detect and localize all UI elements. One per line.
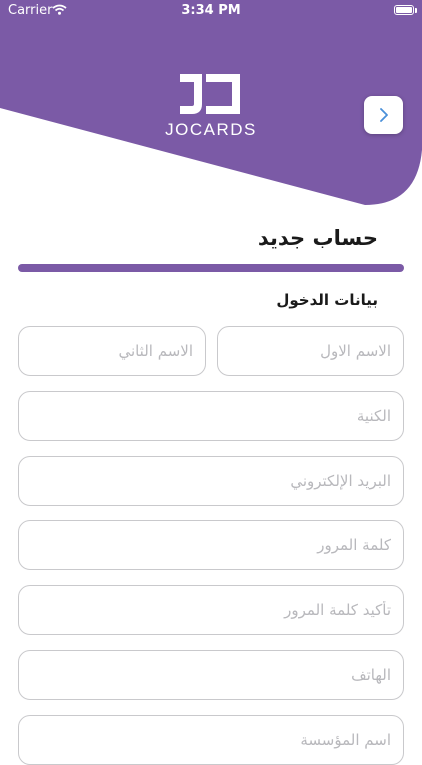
family-name-field	[18, 391, 404, 441]
brand-name: JOCARDS	[165, 120, 257, 139]
title-underline	[18, 264, 404, 272]
family-name-input[interactable]	[19, 392, 403, 440]
confirm-password-field	[18, 585, 404, 635]
email-field	[18, 456, 404, 506]
organization-input[interactable]	[19, 716, 403, 764]
password-input[interactable]	[19, 521, 403, 569]
confirm-password-input[interactable]	[19, 586, 403, 634]
chevron-right-icon	[379, 108, 388, 122]
status-bar: Carrier 3:34 PM	[0, 0, 422, 22]
battery-icon	[394, 5, 414, 15]
organization-field	[18, 715, 404, 765]
password-field	[18, 520, 404, 570]
email-input[interactable]	[19, 457, 403, 505]
second-name-field	[18, 326, 206, 376]
jocards-logo-icon	[180, 74, 240, 114]
second-name-input[interactable]	[19, 327, 205, 375]
phone-input[interactable]	[19, 651, 403, 699]
section-title: بيانات الدخول	[276, 291, 378, 309]
status-time: 3:34 PM	[181, 3, 241, 18]
first-name-field	[217, 326, 404, 376]
first-name-input[interactable]	[218, 327, 403, 375]
page-title: حساب جديد	[257, 226, 378, 250]
phone-field	[18, 650, 404, 700]
back-button[interactable]	[364, 96, 403, 134]
